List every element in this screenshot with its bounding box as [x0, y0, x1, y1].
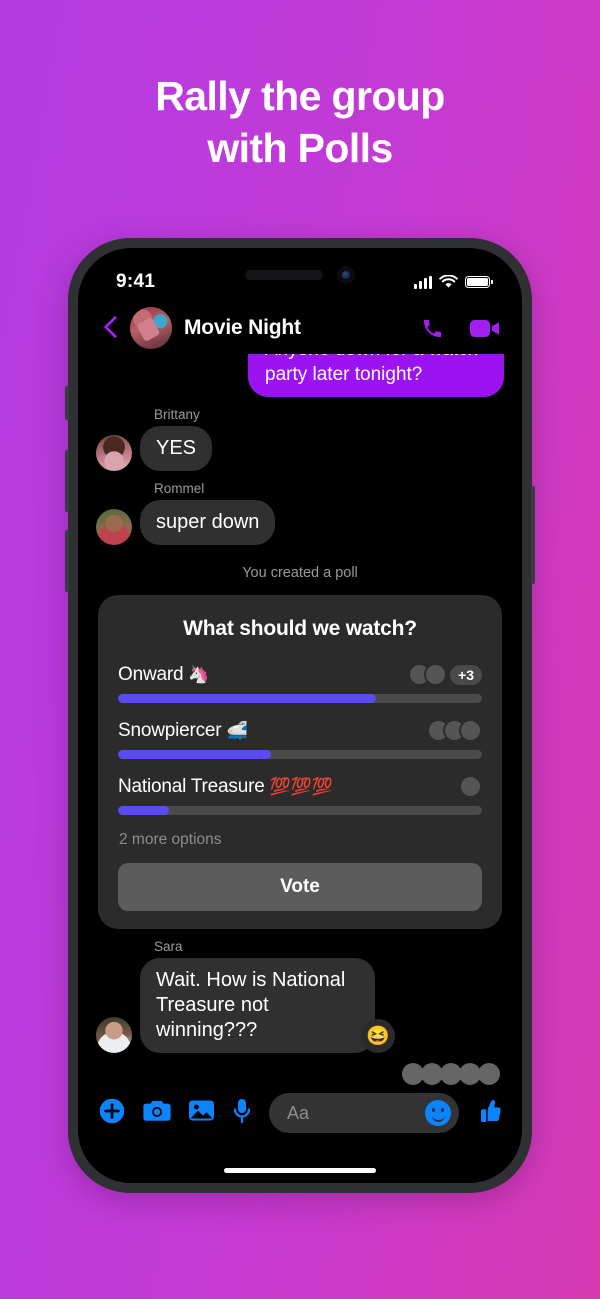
headline-line-2: with Polls: [207, 125, 393, 172]
poll-option-bar-track: [118, 694, 482, 704]
poll-option-voters[interactable]: [427, 719, 482, 743]
smiley-icon[interactable]: [425, 1100, 451, 1126]
message-input-bar: Aa: [78, 1087, 522, 1139]
message-row-outgoing: Anyone down for a watch party later toni…: [96, 354, 504, 398]
poll-option-bar-fill: [118, 750, 271, 760]
silent-switch[interactable]: [65, 386, 69, 420]
poll-option-label: National Treasure 💯💯💯: [118, 775, 333, 797]
message-sender-name: Sara: [154, 939, 183, 955]
conversation-avatar[interactable]: [130, 307, 172, 349]
camera-icon[interactable]: [143, 1099, 171, 1128]
avatar[interactable]: [96, 435, 132, 472]
poll-option-label: Onward 🦄: [118, 663, 210, 685]
headline-line-1: Rally the group: [155, 73, 445, 119]
message-bubble-incoming[interactable]: super down: [140, 500, 276, 546]
photo-gallery-icon[interactable]: [188, 1098, 215, 1128]
message-row: YES: [96, 426, 504, 472]
voter-avatar: [459, 719, 482, 743]
front-camera-icon: [337, 266, 355, 284]
message-text-field[interactable]: Aa: [269, 1093, 459, 1133]
volume-up-button[interactable]: [65, 450, 69, 512]
poll-system-note: You created a poll: [242, 565, 358, 582]
conversation-scroll[interactable]: Anyone down for a watch party later toni…: [78, 354, 522, 1087]
volume-down-button[interactable]: [65, 530, 69, 592]
poll-option-bar-track: [118, 806, 482, 816]
message-bubble-outgoing[interactable]: Anyone down for a watch party later toni…: [248, 354, 504, 398]
dynamic-island: [78, 266, 522, 284]
message-sender-name: Brittany: [154, 407, 200, 423]
poll-option[interactable]: National Treasure 💯💯💯: [118, 775, 482, 816]
plus-circle-icon[interactable]: [98, 1097, 126, 1130]
poll-option-emoji: 🚅: [226, 720, 248, 740]
message-row: super down: [96, 500, 504, 546]
poll-option-label: Snowpiercer 🚅: [118, 719, 248, 741]
poll-option[interactable]: Snowpiercer 🚅: [118, 719, 482, 760]
poll-option[interactable]: Onward 🦄 +3: [118, 663, 482, 704]
avatar[interactable]: [96, 1017, 132, 1054]
conversation-title: Movie Night: [184, 316, 301, 339]
avatar[interactable]: [96, 509, 132, 546]
chat-header: Movie Night: [78, 302, 522, 354]
vote-button[interactable]: Vote: [118, 863, 482, 912]
message-bubble-incoming[interactable]: YES: [140, 426, 213, 472]
poll-option-bar-fill: [118, 694, 377, 704]
message-input-placeholder: Aa: [287, 1102, 310, 1123]
poll-option-emoji: 🦄: [188, 664, 210, 684]
voter-overflow-badge: +3: [450, 664, 482, 685]
poll-option-emoji: 💯💯💯: [269, 776, 333, 796]
voter-avatar: [459, 775, 482, 799]
message-bubble-incoming[interactable]: Wait. How is National Treasure not winni…: [140, 958, 375, 1054]
poll-option-voters[interactable]: +3: [408, 663, 482, 687]
back-chevron-icon[interactable]: [98, 315, 124, 341]
earpiece-speaker-icon: [245, 270, 323, 280]
poll-option-voters[interactable]: [459, 775, 482, 799]
voter-avatar: [424, 663, 448, 687]
poll-option-bar-fill: [118, 806, 169, 816]
avatar: [478, 1063, 500, 1086]
poll-question: What should we watch?: [183, 617, 417, 641]
phone-mockup: 9:41 Movie Night party later tonight? Br…: [65, 238, 535, 1193]
thumbs-up-icon[interactable]: [476, 1098, 502, 1129]
page-title: Rally the group with Polls: [0, 70, 600, 174]
poll-option-bar-track: [118, 750, 482, 760]
message-reaction[interactable]: 😆: [361, 1019, 395, 1054]
phone-call-icon[interactable]: [421, 317, 444, 340]
home-indicator: [224, 1168, 376, 1173]
message-sender-name: Rommel: [154, 481, 205, 497]
phone-screen: 9:41 Movie Night party later tonight? Br…: [78, 248, 522, 1183]
poll-more-options[interactable]: 2 more options: [119, 831, 482, 849]
message-row: Wait. How is National Treasure not winni…: [96, 958, 504, 1054]
poll-card: What should we watch? Onward 🦄 +3 Snowpi…: [98, 595, 502, 930]
seen-by-avatars: [96, 1063, 504, 1086]
microphone-icon[interactable]: [232, 1098, 252, 1129]
video-call-icon[interactable]: [470, 318, 500, 339]
power-button[interactable]: [531, 486, 535, 584]
